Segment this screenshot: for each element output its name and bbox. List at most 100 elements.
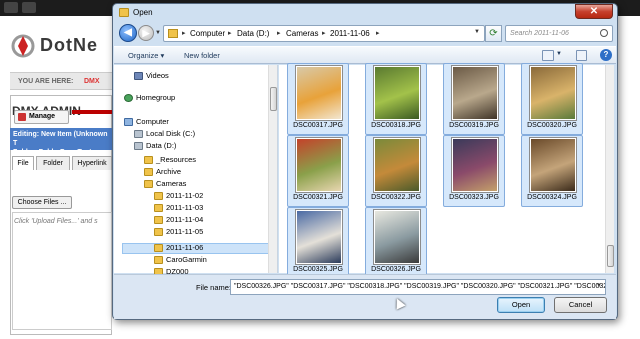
file-name: DSC00318.JPG: [371, 122, 421, 129]
chevron-right-icon[interactable]: ▸: [182, 29, 186, 37]
chevron-right-icon[interactable]: ▸: [277, 29, 281, 37]
nav-item-label[interactable]: Computer: [136, 117, 169, 126]
recent-pages-dropdown-icon[interactable]: ▼: [155, 30, 161, 36]
crumb-data-drive[interactable]: Data (D:): [237, 29, 269, 38]
editing-info: Editing: New Item (Unknown T Folder: Fol…: [10, 128, 112, 156]
nav-item-label[interactable]: Homegroup: [136, 93, 175, 102]
view-dropdown-icon[interactable]: ▼: [556, 51, 562, 57]
back-button[interactable]: ◀: [119, 24, 137, 42]
folder-icon: [144, 156, 153, 164]
file-item[interactable]: DSC00325.JPG: [287, 207, 349, 279]
nav-item-label[interactable]: 2011-11-02: [166, 191, 203, 200]
folder-icon: [144, 168, 153, 176]
crumb-cameras[interactable]: Cameras: [286, 29, 318, 38]
files-scroll-thumb[interactable]: [607, 245, 614, 267]
search-input[interactable]: Search 2011-11-06: [505, 25, 613, 42]
dialog-titlebar[interactable]: Open ✕: [113, 4, 617, 22]
file-item[interactable]: DSC00321.JPG: [287, 135, 349, 207]
computer-icon: [124, 118, 133, 126]
nav-item-label[interactable]: 2011-11-03: [166, 203, 203, 212]
open-dialog: Open ✕ ◀ ▶ ▼ ▸ Computer ▸ Data (D:) ▸ Ca…: [112, 3, 618, 320]
search-placeholder: Search 2011-11-06: [510, 30, 569, 37]
file-item[interactable]: DSC00326.JPG: [365, 207, 427, 279]
close-button[interactable]: ✕: [575, 4, 613, 19]
upload-panel: [12, 212, 112, 330]
nav-scroll-thumb[interactable]: [270, 87, 277, 111]
file-name: DSC00320.JPG: [527, 122, 577, 129]
file-item[interactable]: DSC00317.JPG: [287, 63, 349, 135]
refresh-button[interactable]: ⟳: [485, 25, 502, 42]
nav-item-label[interactable]: 2011-11-05: [166, 227, 203, 236]
crumb-current-folder[interactable]: 2011-11-06: [330, 29, 370, 38]
cancel-button[interactable]: Cancel: [554, 297, 607, 313]
image-thumbnail: [374, 66, 420, 120]
logo-text: DotNe: [40, 35, 98, 55]
topbar-button[interactable]: [4, 2, 18, 13]
file-item[interactable]: DSC00320.JPG: [521, 63, 583, 135]
file-list: DSC00317.JPG DSC00318.JPG DSC00319.JPG DSC0…: [279, 63, 605, 279]
nav-item-label[interactable]: Data (D:): [146, 141, 176, 150]
file-name-input[interactable]: "DSC00326.JPG" "DSC00317.JPG" "DSC00318.…: [230, 279, 606, 295]
file-name: DSC00322.JPG: [371, 194, 421, 201]
nav-item-label[interactable]: 2011-11-06: [166, 243, 203, 252]
breadcrumb-value[interactable]: DMX: [84, 78, 100, 85]
nav-item-label[interactable]: Videos: [146, 71, 169, 80]
folder-icon: [154, 256, 163, 264]
nav-item-label[interactable]: 2011-11-04: [166, 215, 203, 224]
image-thumbnail: [374, 138, 420, 192]
tab-file[interactable]: File: [12, 156, 34, 170]
preview-pane-icon[interactable]: [576, 50, 587, 61]
breadcrumb-label: YOU ARE HERE:: [18, 78, 74, 85]
chevron-right-icon[interactable]: ▸: [322, 29, 326, 37]
image-thumbnail: [296, 138, 342, 192]
image-thumbnail: [374, 210, 420, 264]
image-thumbnail: [452, 138, 498, 192]
drive-icon: [134, 142, 143, 150]
page-breadcrumb: YOU ARE HERE: DMX: [10, 72, 118, 90]
image-thumbnail: [296, 66, 342, 120]
address-row: ◀ ▶ ▼ ▸ Computer ▸ Data (D:) ▸ Cameras ▸…: [119, 24, 613, 44]
new-folder-button[interactable]: New folder: [184, 51, 220, 60]
file-item[interactable]: DSC00322.JPG: [365, 135, 427, 207]
nav-item-label[interactable]: Archive: [156, 167, 181, 176]
files-scrollbar[interactable]: [605, 65, 614, 273]
file-item[interactable]: DSC00324.JPG: [521, 135, 583, 207]
screen: DotNe YOU ARE HERE: DMX DMX ADMIN Manage…: [0, 0, 640, 339]
manage-button[interactable]: Manage: [14, 110, 69, 124]
open-button[interactable]: Open: [497, 297, 545, 313]
chevron-right-icon[interactable]: ▸: [228, 29, 232, 37]
logo-icon: [11, 34, 35, 58]
address-bar[interactable]: ▸ Computer ▸ Data (D:) ▸ Cameras ▸ 2011-…: [163, 25, 485, 42]
nav-item-label[interactable]: Local Disk (C:): [146, 129, 195, 138]
file-item[interactable]: DSC00323.JPG: [443, 135, 505, 207]
editing-info-line: Editing: New Item (Unknown T: [13, 131, 108, 147]
address-dropdown-icon[interactable]: ▼: [474, 29, 480, 35]
file-name-label: File name:: [196, 283, 232, 292]
nav-scrollbar[interactable]: [268, 65, 277, 273]
organize-button[interactable]: Organize ▾: [128, 51, 164, 60]
manage-label: Manage: [29, 113, 56, 120]
topbar-button[interactable]: [22, 2, 36, 13]
chevron-right-icon[interactable]: ▸: [376, 29, 380, 37]
folder-icon: [144, 180, 153, 188]
tab-hyperlink[interactable]: Hyperlink: [72, 156, 112, 170]
file-name-dropdown-icon[interactable]: ▼: [596, 283, 602, 289]
file-name: DSC00326.JPG: [371, 266, 421, 273]
dialog-footer: File name: "DSC00326.JPG" "DSC00317.JPG"…: [114, 274, 616, 319]
crumb-computer[interactable]: Computer: [190, 29, 225, 38]
image-thumbnail: [530, 138, 576, 192]
file-item[interactable]: DSC00318.JPG: [365, 63, 427, 135]
folder-icon: [119, 8, 129, 17]
image-thumbnail: [296, 210, 342, 264]
help-icon[interactable]: ?: [600, 49, 612, 61]
nav-item-label[interactable]: _Resources: [156, 155, 196, 164]
folder-icon: [154, 204, 163, 212]
file-item[interactable]: DSC00319.JPG: [443, 63, 505, 135]
choose-files-button[interactable]: Choose Files ...: [12, 196, 72, 209]
nav-item-label[interactable]: Cameras: [156, 179, 186, 188]
nav-item-label[interactable]: CaroGarmin: [166, 255, 207, 264]
forward-button[interactable]: ▶: [138, 25, 154, 41]
tab-folder[interactable]: Folder: [36, 156, 70, 170]
change-view-icon[interactable]: [542, 50, 554, 61]
folder-icon: [154, 228, 163, 236]
